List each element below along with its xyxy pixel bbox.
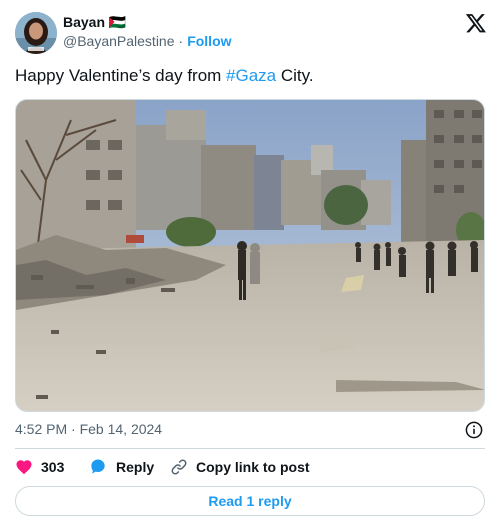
action-bar: 303 Reply Copy link to post [15,455,485,479]
like-count: 303 [41,459,65,475]
handle-separator: · [178,33,184,49]
user-handle[interactable]: @BayanPalestine [63,33,175,49]
tweet-text-after: City. [276,66,314,85]
link-icon [171,459,187,475]
hashtag-link[interactable]: #Gaza [226,66,276,85]
reply-button[interactable]: Reply [88,455,154,479]
speech-bubble-icon [91,459,105,474]
read-replies-button[interactable]: Read 1 reply [15,486,485,516]
tweet-text-before: Happy Valentine’s day from [15,66,227,85]
tweet-card: Bayan 🇵🇸 @BayanPalestine · Follow Happy Va… [0,0,500,529]
heart-icon [16,460,32,475]
info-icon[interactable] [465,421,483,439]
meta-row: 4:52 PM · Feb 14, 2024 [15,418,485,440]
tweet-photo[interactable] [15,99,485,412]
tweet-header: Bayan 🇵🇸 @BayanPalestine · Follow [15,12,487,56]
reply-label: Reply [116,459,155,475]
copy-link-button[interactable]: Copy link to post [170,455,310,479]
x-logo-icon[interactable] [465,12,487,34]
avatar[interactable] [15,12,57,54]
like-button[interactable]: 303 [15,455,64,479]
tweet-text: Happy Valentine’s day from #Gaza City. [15,64,485,88]
timestamp[interactable]: 4:52 PM · Feb 14, 2024 [15,421,162,437]
copy-link-label: Copy link to post [196,459,310,475]
follow-button[interactable]: Follow [187,33,231,49]
user-block: Bayan 🇵🇸 @BayanPalestine · Follow [63,13,232,51]
display-name[interactable]: Bayan 🇵🇸 [63,13,232,31]
divider [15,448,485,449]
handle-row: @BayanPalestine · Follow [63,31,232,51]
